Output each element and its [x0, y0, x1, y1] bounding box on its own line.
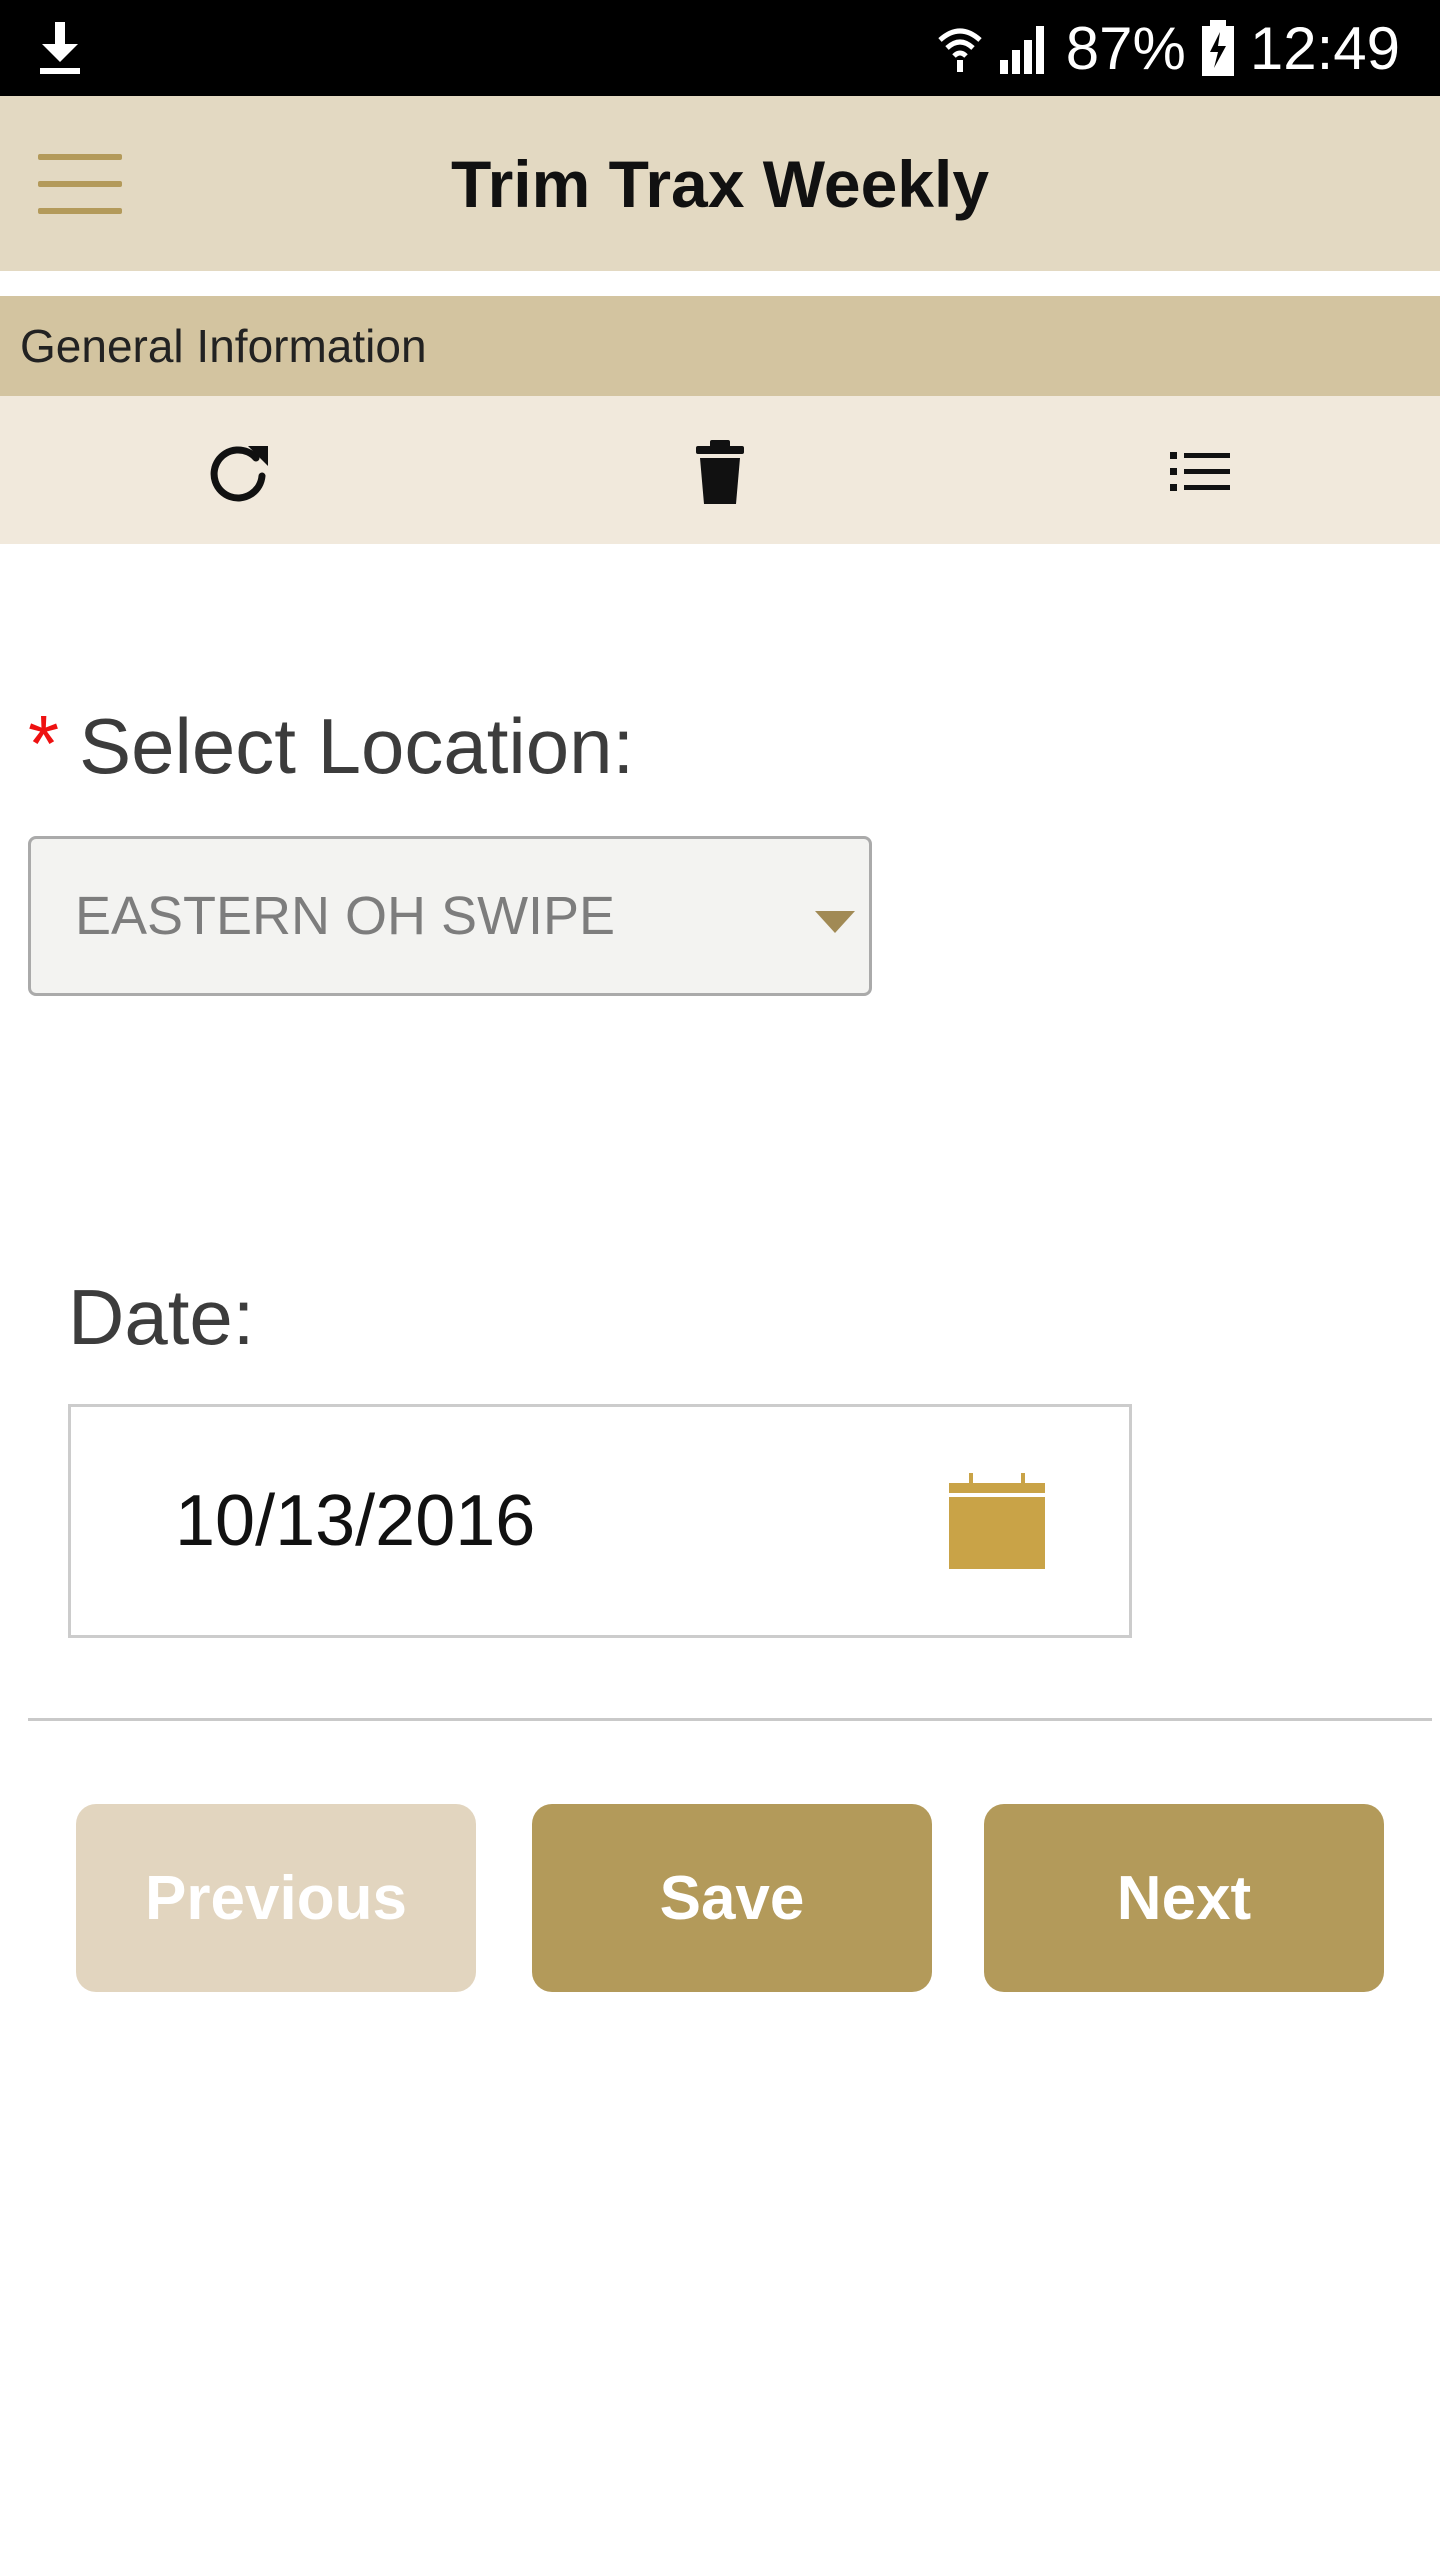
refresh-icon[interactable]	[204, 436, 276, 508]
toolbar	[0, 396, 1440, 544]
clock-time: 12:49	[1249, 14, 1400, 82]
battery-icon	[1200, 20, 1236, 76]
location-label-text: Select Location:	[79, 701, 635, 790]
next-button[interactable]: Next	[984, 1804, 1384, 1992]
list-icon[interactable]	[1164, 436, 1236, 508]
location-select[interactable]: EASTERN OH SWIPE	[28, 836, 872, 996]
location-select-value: EASTERN OH SWIPE	[75, 886, 616, 946]
wifi-icon	[936, 22, 984, 74]
section-title: General Information	[0, 296, 1440, 396]
required-marker: *	[28, 699, 60, 788]
battery-percent: 87%	[1065, 14, 1186, 82]
date-label: Date:	[68, 1273, 255, 1361]
calendar-icon[interactable]	[947, 1473, 1047, 1569]
page-title: Trim Trax Weekly	[450, 146, 990, 221]
date-field[interactable]: 10/13/2016	[68, 1404, 1132, 1638]
download-icon	[38, 22, 82, 74]
previous-button[interactable]: Previous	[76, 1804, 476, 1992]
chevron-down-icon	[815, 911, 855, 933]
status-bar: 87% 12:49	[0, 0, 1440, 96]
divider	[28, 1718, 1432, 1721]
date-value: 10/13/2016	[175, 1481, 536, 1561]
signal-icon	[998, 22, 1052, 74]
save-button[interactable]: Save	[532, 1804, 932, 1992]
trash-icon[interactable]	[684, 436, 756, 508]
app-header: Trim Trax Weekly	[0, 96, 1440, 271]
location-label: * Select Location:	[28, 699, 635, 792]
